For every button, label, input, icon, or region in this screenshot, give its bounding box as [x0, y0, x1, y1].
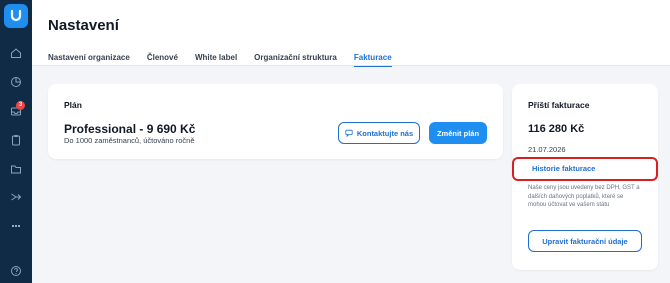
next-billing-card: Příští fakturace 116 280 Kč 21.07.2026 H… [512, 84, 658, 270]
logo-icon [10, 9, 22, 22]
folder-icon[interactable] [8, 161, 24, 177]
chat-icon [345, 129, 353, 137]
tab-members[interactable]: Členové [147, 53, 178, 67]
tab-org-structure[interactable]: Organizační struktura [254, 53, 337, 67]
plan-name: Professional - 9 690 Kč [64, 122, 196, 136]
next-billing-title: Příští fakturace [528, 100, 590, 110]
pie-chart-icon[interactable] [8, 74, 24, 90]
more-icon[interactable] [8, 218, 24, 234]
plan-description: Do 1000 zaměstnanců, účtováno ročně [64, 136, 195, 145]
notification-badge: 3 [16, 101, 25, 110]
tab-billing[interactable]: Fakturace [353, 53, 392, 67]
home-icon[interactable] [8, 45, 24, 61]
plan-card: Plán Professional - 9 690 Kč Do 1000 zam… [48, 84, 503, 159]
app-logo[interactable] [4, 4, 28, 28]
tab-white-label[interactable]: White label [195, 53, 237, 67]
sidebar: 3 [0, 0, 32, 283]
contact-us-label: Kontaktujte nás [356, 128, 414, 138]
settings-tabs: Nastavení organizace Členové White label… [48, 53, 409, 67]
contact-us-button[interactable]: Kontaktujte nás [338, 122, 420, 144]
page-header: Nastavení Nastavení organizace Členové W… [32, 0, 670, 67]
edit-billing-details-button[interactable]: Upravit fakturační údaje [528, 230, 642, 252]
tab-organization-settings[interactable]: Nastavení organizace [48, 53, 130, 67]
help-icon[interactable] [8, 263, 24, 279]
next-billing-amount: 116 280 Kč [528, 123, 585, 135]
pricing-note: Naše ceny jsou uvedeny bez DPH, GST a da… [528, 185, 640, 209]
page-title: Nastavení [48, 17, 119, 34]
next-billing-date: 21.07.2026 [528, 145, 566, 154]
share-icon[interactable] [8, 189, 24, 205]
plan-label: Plán [64, 100, 82, 110]
change-plan-button[interactable]: Změnit plán [429, 122, 487, 144]
billing-history-link[interactable]: Historie fakturace [532, 164, 595, 173]
clipboard-icon[interactable] [8, 132, 24, 148]
